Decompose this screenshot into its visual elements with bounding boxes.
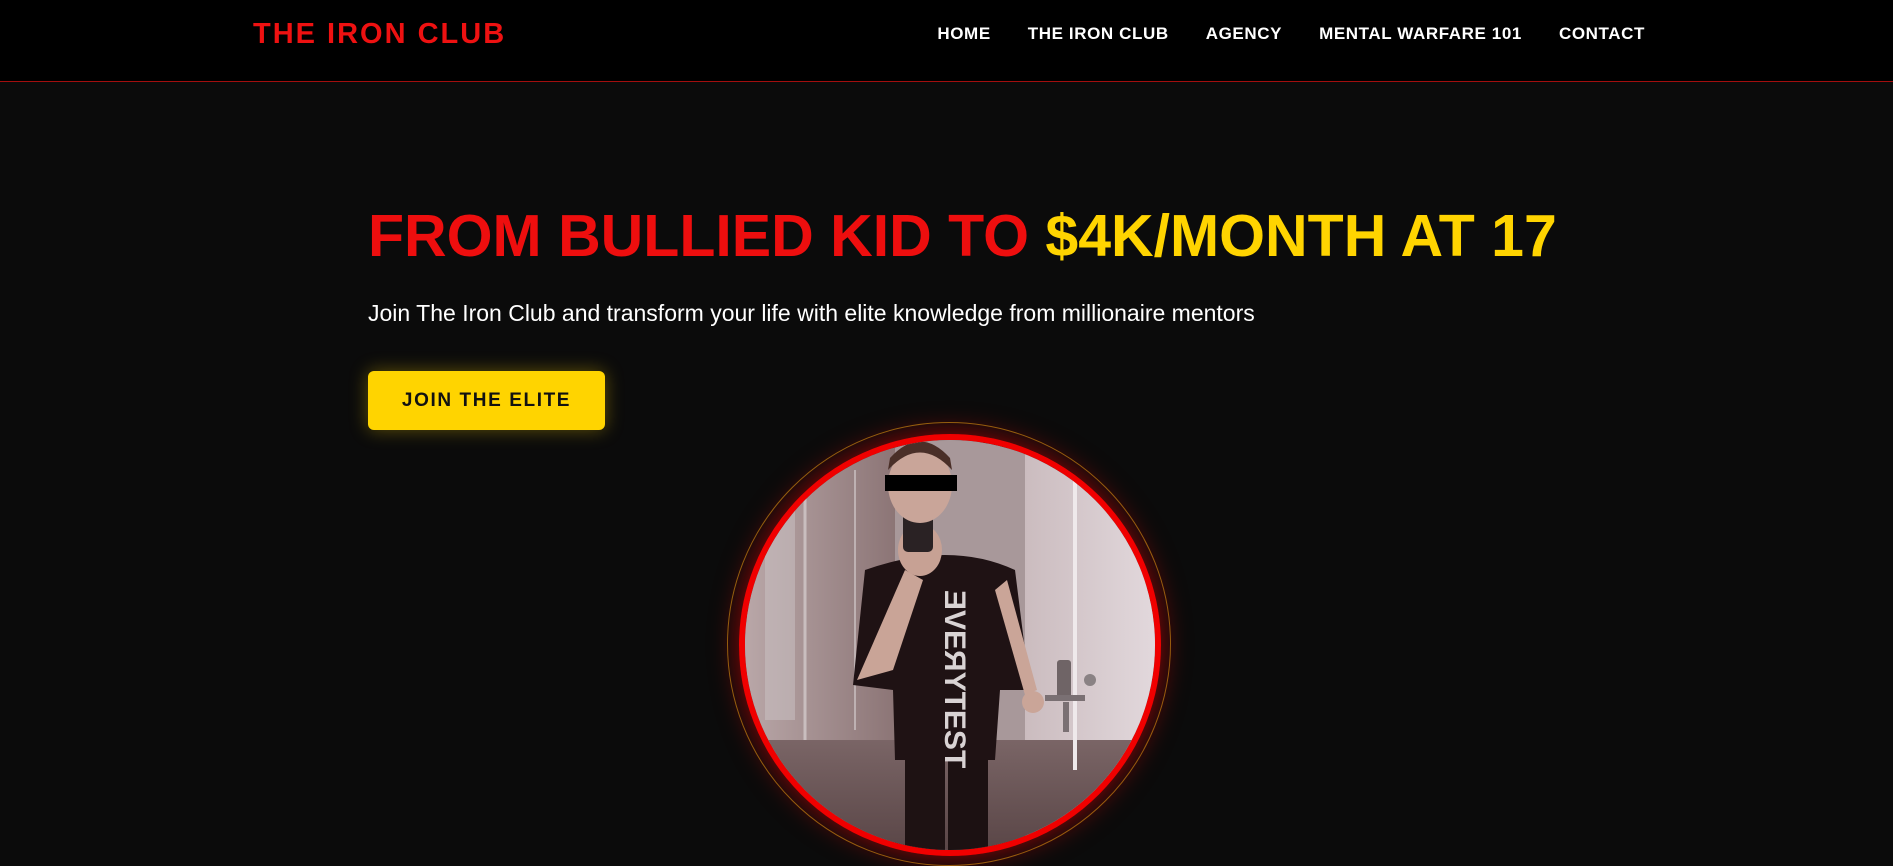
nav-link-contact[interactable]: CONTACT — [1559, 24, 1645, 44]
nav-link-the-iron-club[interactable]: THE IRON CLUB — [1028, 24, 1169, 44]
headline-gold-part: $4K/MONTH AT 17 — [1045, 203, 1557, 269]
nav-links: HOME THE IRON CLUB AGENCY MENTAL WARFARE… — [900, 24, 1645, 44]
profile-photo-outer-ring: ƎVEЯYTEST — [727, 422, 1171, 866]
profile-photo: ƎVEЯYTEST — [739, 434, 1161, 856]
hero-subtitle: Join The Iron Club and transform your li… — [368, 300, 1255, 326]
headline-red-part: FROM BULLIED KID TO — [368, 203, 1046, 269]
nav-link-mental-warfare-101[interactable]: MENTAL WARFARE 101 — [1319, 24, 1522, 44]
hero-headline: FROM BULLIED KID TO $4K/MONTH AT 17 — [368, 204, 1557, 269]
nav-link-home[interactable]: HOME — [937, 24, 990, 44]
nav-link-agency[interactable]: AGENCY — [1206, 24, 1282, 44]
join-the-elite-button[interactable]: JOIN THE ELITE — [368, 371, 605, 430]
hero-section: FROM BULLIED KID TO $4K/MONTH AT 17 Join… — [0, 82, 1893, 866]
shirt-print-text: ƎVEЯYTEST — [938, 590, 971, 768]
top-navbar: THE IRON CLUB HOME THE IRON CLUB AGENCY … — [0, 0, 1893, 82]
person-mirror-selfie-photo: ƎVEЯYTEST — [745, 440, 1155, 850]
site-logo[interactable]: THE IRON CLUB — [253, 18, 506, 51]
